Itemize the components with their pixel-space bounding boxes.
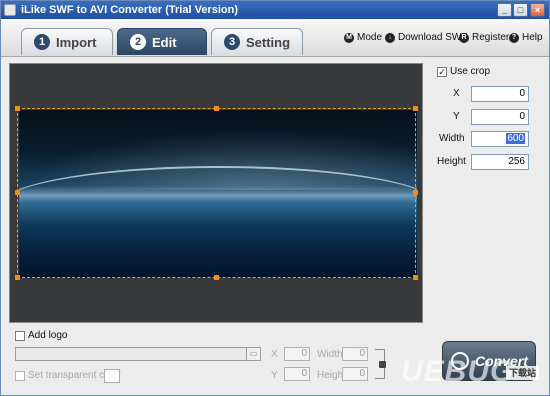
tab-import[interactable]: 1 Import xyxy=(21,28,113,55)
transparent-color-picker[interactable] xyxy=(104,369,120,383)
maximize-button[interactable]: □ xyxy=(513,3,528,17)
logo-x-field[interactable]: 0 xyxy=(284,347,310,361)
x-label: X xyxy=(453,88,460,99)
crop-width-field[interactable]: 600 xyxy=(471,131,529,147)
add-logo-checkbox[interactable] xyxy=(15,331,25,341)
app-window: iLike SWF to AVI Converter (Trial Versio… xyxy=(0,0,550,396)
folder-icon[interactable]: ▭ xyxy=(246,347,261,361)
tab-setting[interactable]: 3 Setting xyxy=(211,28,303,55)
crop-handle-left[interactable] xyxy=(15,190,20,195)
video-preview xyxy=(9,63,423,323)
logo-y-label: Y xyxy=(271,370,278,381)
crop-x-field[interactable]: 0 xyxy=(471,86,529,102)
crop-handle-bottom-left[interactable] xyxy=(15,275,20,280)
tab-label: Setting xyxy=(246,34,291,50)
width-label: Width xyxy=(439,133,465,144)
lock-icon[interactable] xyxy=(379,361,386,368)
logo-y-field[interactable]: 0 xyxy=(284,367,310,381)
logo-panel: Add logo ▭ Set transparent color X 0 Y 0… xyxy=(1,325,549,395)
title-bar: iLike SWF to AVI Converter (Trial Versio… xyxy=(1,1,549,19)
use-crop-checkbox[interactable]: ✓ xyxy=(437,67,447,77)
download-swf-link[interactable]: ↓ Download SWF xyxy=(385,32,467,43)
close-button[interactable]: × xyxy=(530,3,545,17)
height-label: Height xyxy=(437,156,466,167)
transparent-color-checkbox[interactable] xyxy=(15,371,25,381)
step-number: 1 xyxy=(34,34,50,50)
download-label: Download SWF xyxy=(398,32,468,43)
register-label: Register xyxy=(472,32,510,43)
logo-height-field[interactable]: 0 xyxy=(342,367,368,381)
crop-panel: ✓ Use crop X 0 Y 0 Width 600 Height 256 xyxy=(431,63,543,183)
minimize-button[interactable]: _ xyxy=(497,3,512,17)
watermark-badge: 下载站 xyxy=(506,366,539,380)
help-icon: ? xyxy=(509,32,519,43)
key-icon: R xyxy=(459,32,469,43)
step-number: 2 xyxy=(130,34,146,50)
use-crop-label: Use crop xyxy=(450,66,491,77)
crop-handle-right[interactable] xyxy=(413,190,418,195)
tab-label: Import xyxy=(56,34,97,50)
crop-width-value: 600 xyxy=(506,133,525,144)
add-logo-label: Add logo xyxy=(28,330,68,341)
help-label: Help xyxy=(522,32,543,43)
mode-link[interactable]: M Mode xyxy=(344,32,382,43)
download-icon: ↓ xyxy=(385,32,395,43)
help-link[interactable]: ? Help xyxy=(509,32,543,43)
register-link[interactable]: R Register xyxy=(459,32,509,43)
crop-handle-bottom[interactable] xyxy=(214,275,219,280)
mode-icon: M xyxy=(344,32,354,43)
crop-handle-top-left[interactable] xyxy=(15,106,20,111)
crop-handle-top[interactable] xyxy=(214,106,219,111)
crop-handle-bottom-right[interactable] xyxy=(413,275,418,280)
watermark-logo: UEBUG xyxy=(401,355,515,388)
logo-width-field[interactable]: 0 xyxy=(342,347,368,361)
logo-width-label: Width xyxy=(317,349,343,360)
logo-x-label: X xyxy=(271,349,278,360)
crop-rectangle[interactable] xyxy=(17,108,416,278)
step-number: 3 xyxy=(224,34,240,50)
y-label: Y xyxy=(453,111,460,122)
crop-y-field[interactable]: 0 xyxy=(471,109,529,125)
tab-edit[interactable]: 2 Edit xyxy=(117,28,207,55)
tab-label: Edit xyxy=(152,34,177,50)
crop-handle-top-right[interactable] xyxy=(413,106,418,111)
mode-label: Mode xyxy=(357,32,383,43)
crop-height-field[interactable]: 256 xyxy=(471,154,529,170)
window-title: iLike SWF to AVI Converter (Trial Versio… xyxy=(21,4,238,16)
app-icon xyxy=(4,4,16,16)
logo-path-field[interactable] xyxy=(15,347,261,361)
